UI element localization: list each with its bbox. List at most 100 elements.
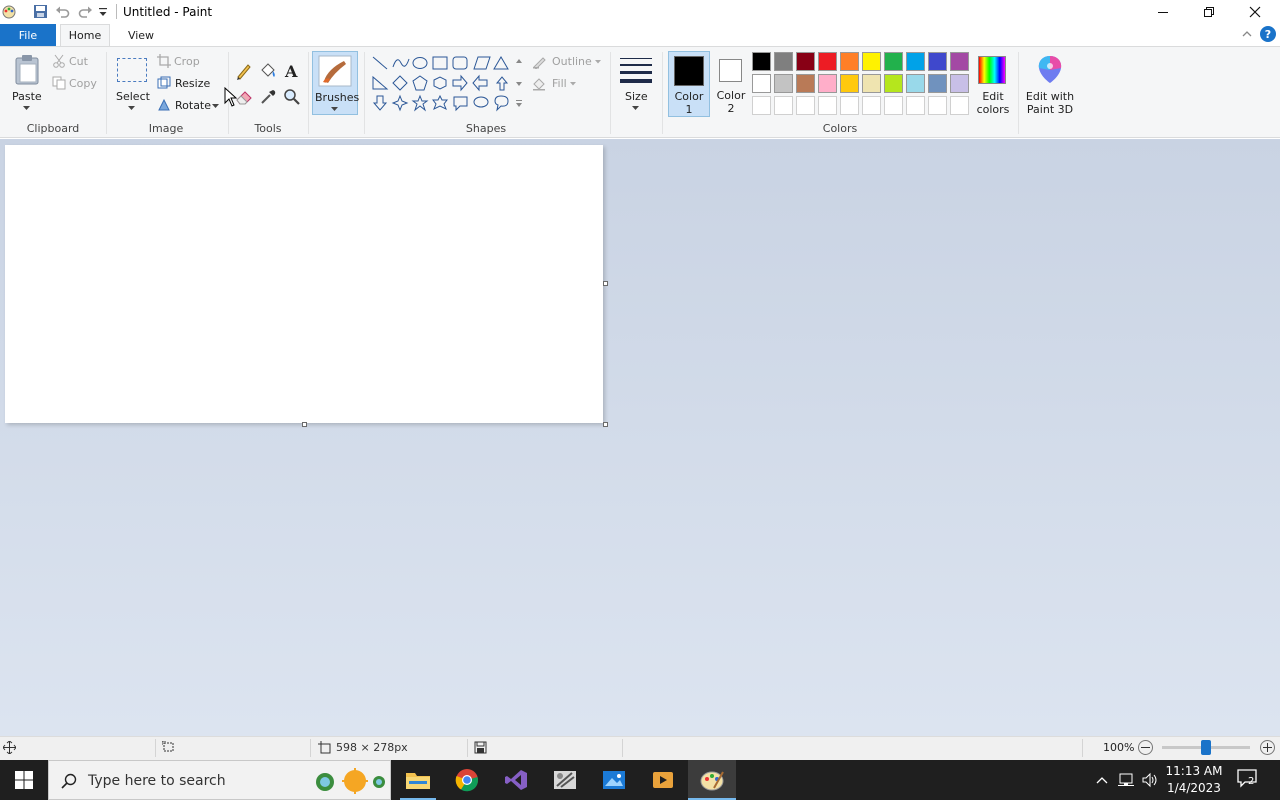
palette-color-swatch[interactable] (840, 74, 859, 93)
color-picker-tool[interactable] (258, 87, 278, 107)
mouse-pointer-icon (224, 86, 238, 107)
text-tool[interactable]: A (282, 61, 302, 81)
tab-home[interactable]: Home (60, 24, 110, 46)
notification-icon (1237, 769, 1257, 788)
resize-button[interactable]: Resize (157, 76, 213, 92)
palette-custom-swatch[interactable] (818, 96, 837, 115)
magnifier-tool[interactable] (282, 87, 302, 107)
palette-color-swatch[interactable] (774, 52, 793, 71)
paint3d-label-1: Edit with (1025, 90, 1075, 103)
zoom-slider-thumb[interactable] (1201, 740, 1211, 755)
taskbar-photos[interactable] (590, 760, 638, 800)
paint3d-icon (1038, 56, 1062, 83)
taskbar-video-editor[interactable] (639, 760, 687, 800)
notifications-button[interactable]: 2 (1236, 768, 1262, 792)
drawing-canvas[interactable] (5, 145, 603, 423)
palette-color-swatch[interactable] (796, 74, 815, 93)
paste-button[interactable]: Paste (8, 50, 46, 116)
resize-handle-right[interactable] (603, 281, 608, 286)
palette-color-swatch[interactable] (752, 74, 771, 93)
show-hidden-icons-button[interactable] (1094, 772, 1110, 788)
clock[interactable]: 11:13 AM 1/4/2023 (1162, 762, 1226, 798)
collapse-ribbon-icon[interactable] (1241, 28, 1253, 40)
palette-color-swatch[interactable] (862, 74, 881, 93)
cut-button[interactable]: Cut (52, 54, 100, 70)
restore-button[interactable] (1186, 0, 1232, 24)
palette-custom-swatch[interactable] (950, 96, 969, 115)
start-button[interactable] (0, 760, 48, 800)
paint-app-icon[interactable] (2, 3, 16, 19)
taskbar-search-box[interactable]: Type here to search (48, 760, 391, 800)
color1-label: Color (674, 90, 704, 103)
undo-icon[interactable] (55, 4, 70, 19)
fill-button[interactable]: Fill (532, 76, 582, 92)
outline-button[interactable]: Outline (532, 54, 604, 70)
palette-color-swatch[interactable] (928, 52, 947, 71)
taskbar-paint[interactable] (688, 760, 736, 800)
fill-tool[interactable] (258, 61, 278, 81)
palette-color-swatch[interactable] (752, 52, 771, 71)
color2-button[interactable]: Color 2 (712, 51, 750, 117)
palette-custom-swatch[interactable] (928, 96, 947, 115)
color2-label: Color (716, 89, 746, 102)
palette-color-swatch[interactable] (840, 52, 859, 71)
color1-button[interactable]: Color 1 (668, 51, 710, 117)
palette-color-swatch[interactable] (818, 52, 837, 71)
help-icon[interactable]: ? (1260, 26, 1276, 42)
zoom-in-button[interactable] (1260, 740, 1275, 755)
palette-color-swatch[interactable] (906, 52, 925, 71)
quick-save-icon[interactable] (33, 4, 48, 19)
rotate-icon (158, 98, 170, 111)
palette-custom-swatch[interactable] (840, 96, 859, 115)
edit-with-paint3d-button[interactable]: Edit with Paint 3D (1022, 52, 1078, 116)
palette-color-swatch[interactable] (818, 74, 837, 93)
edit-colors-button[interactable]: Edit colors (974, 52, 1012, 116)
taskbar-chrome[interactable] (443, 760, 491, 800)
zoom-out-button[interactable] (1138, 740, 1153, 755)
palette-custom-swatch[interactable] (796, 96, 815, 115)
redo-icon[interactable] (78, 4, 93, 19)
palette-custom-swatch[interactable] (906, 96, 925, 115)
file-size-icon (474, 741, 487, 754)
rotate-button[interactable]: Rotate (157, 98, 221, 114)
crop-button[interactable]: Crop (157, 54, 205, 70)
windows-icon (15, 771, 33, 789)
palette-color-swatch[interactable] (906, 74, 925, 93)
network-button[interactable] (1117, 772, 1135, 788)
size-button[interactable]: Size (616, 52, 656, 116)
taskbar-visual-studio[interactable] (492, 760, 540, 800)
tab-view[interactable]: View (118, 24, 164, 46)
palette-color-swatch[interactable] (950, 52, 969, 71)
palette-color-swatch[interactable] (928, 74, 947, 93)
palette-custom-swatch[interactable] (884, 96, 903, 115)
palette-color-swatch[interactable] (884, 74, 903, 93)
copy-button[interactable]: Copy (52, 76, 102, 92)
palette-color-swatch[interactable] (796, 52, 815, 71)
chrome-icon (455, 769, 479, 792)
brushes-button[interactable]: Brushes (312, 51, 359, 115)
palette-custom-swatch[interactable] (862, 96, 881, 115)
resize-handle-bottom[interactable] (302, 422, 307, 427)
close-button[interactable] (1232, 0, 1278, 24)
plus-icon (1263, 743, 1272, 752)
photos-icon (603, 771, 625, 789)
palette-color-swatch[interactable] (862, 52, 881, 71)
select-button[interactable]: Select (112, 52, 152, 116)
minimize-button[interactable] (1140, 0, 1186, 24)
taskbar-app-tools[interactable] (541, 760, 589, 800)
palette-custom-swatch[interactable] (774, 96, 793, 115)
pencil-tool[interactable] (234, 61, 254, 81)
palette-color-swatch[interactable] (884, 52, 903, 71)
resize-handle-corner[interactable] (603, 422, 608, 427)
search-highlight-icon (316, 768, 385, 794)
palette-color-swatch[interactable] (950, 74, 969, 93)
zoom-slider[interactable] (1162, 740, 1250, 755)
taskbar-file-explorer[interactable] (394, 760, 442, 800)
palette-custom-swatch[interactable] (752, 96, 771, 115)
colors-group-label: Colors (822, 122, 858, 135)
customize-quick-access-icon[interactable] (98, 6, 108, 18)
tab-file[interactable]: File (0, 24, 56, 46)
status-separator (310, 739, 311, 757)
volume-button[interactable] (1141, 772, 1159, 788)
palette-color-swatch[interactable] (774, 74, 793, 93)
